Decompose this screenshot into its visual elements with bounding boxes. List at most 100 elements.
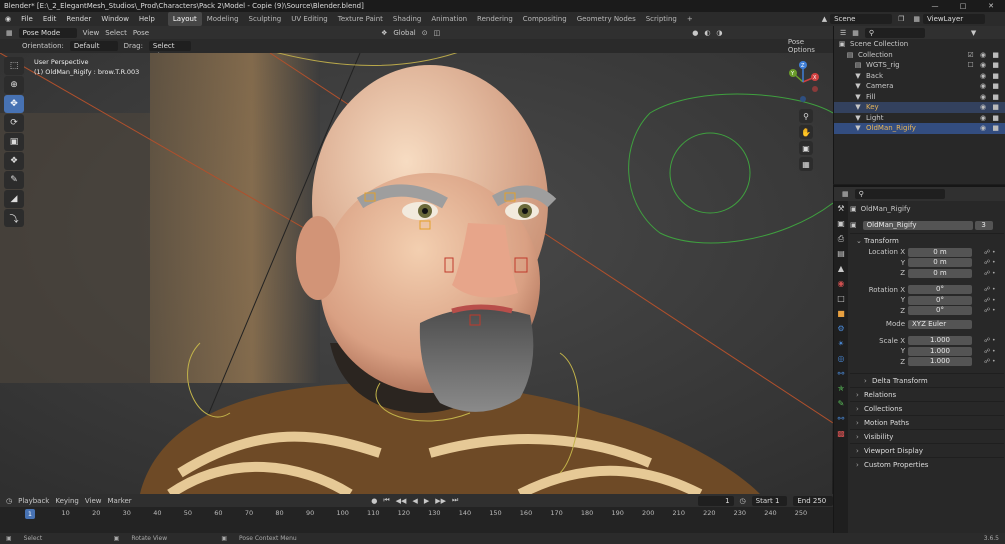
- 3d-viewport[interactable]: User Perspective (1) OldMan_Rigify : bro…: [0, 53, 833, 494]
- tab-shading[interactable]: Shading: [388, 12, 426, 26]
- menu-render[interactable]: Render: [61, 12, 96, 26]
- prev-keyframe-icon[interactable]: ◀◀: [396, 497, 407, 505]
- clock-icon[interactable]: ◷: [740, 497, 746, 505]
- scale-x-field[interactable]: 1.000: [908, 336, 972, 346]
- custom-properties-section[interactable]: › Custom Properties: [850, 457, 1004, 471]
- mode-dropdown[interactable]: Pose Mode: [18, 27, 77, 38]
- output-tab-icon[interactable]: ⎙: [834, 231, 848, 246]
- viewport-display-section[interactable]: › Viewport Display: [850, 443, 1004, 457]
- motion-paths-section[interactable]: › Motion Paths: [850, 415, 1004, 429]
- visibility-toggle-icon[interactable]: ☑ ◉ ■: [968, 50, 1001, 61]
- orientation-dropdown[interactable]: Default: [69, 41, 118, 51]
- zoom-view-icon[interactable]: ⚲: [799, 109, 813, 123]
- current-frame-field[interactable]: 1: [697, 495, 734, 506]
- lock-icon[interactable]: ☍ •: [984, 337, 996, 344]
- blender-logo-icon[interactable]: ◉: [0, 12, 16, 26]
- tab-modeling[interactable]: Modeling: [202, 12, 244, 26]
- shading-solid-icon[interactable]: ●: [692, 29, 698, 37]
- tab-sculpting[interactable]: Sculpting: [244, 12, 287, 26]
- outliner-row[interactable]: ▼ Fill ◉ ■: [834, 92, 1005, 103]
- camera-view-icon[interactable]: ▣: [799, 141, 813, 155]
- move-tool-icon[interactable]: ✥: [4, 95, 24, 113]
- properties-search-input[interactable]: ⚲: [854, 189, 945, 199]
- constraints-tab-icon[interactable]: ⚯: [834, 366, 848, 381]
- menu-file[interactable]: File: [16, 12, 38, 26]
- jump-end-icon[interactable]: ⏭: [452, 496, 458, 505]
- minimize-icon[interactable]: —: [921, 0, 949, 12]
- outliner-row[interactable]: ▼ OldMan_Rigify ◉ ■: [834, 123, 1005, 134]
- jump-start-icon[interactable]: ⏮: [383, 496, 389, 505]
- collection-tab-icon[interactable]: □: [834, 291, 848, 306]
- transform-tool-icon[interactable]: ❖: [4, 152, 24, 170]
- lock-icon[interactable]: ☍ •: [984, 249, 996, 256]
- ortho-toggle-icon[interactable]: ▦: [799, 157, 813, 171]
- pose-options-dropdown[interactable]: Pose Options: [788, 38, 833, 54]
- outliner-row[interactable]: ▼ Back ◉ ■: [834, 71, 1005, 82]
- collections-section[interactable]: › Collections: [850, 401, 1004, 415]
- tab-animation[interactable]: Animation: [426, 12, 472, 26]
- object-name[interactable]: OldMan_Rigify: [861, 205, 911, 213]
- select-box-tool-icon[interactable]: ⬚: [4, 57, 24, 75]
- rotate-tool-icon[interactable]: ⟳: [4, 114, 24, 132]
- play-icon[interactable]: ▶: [424, 497, 429, 505]
- filter-icon[interactable]: ▼: [971, 29, 976, 37]
- outliner-row[interactable]: ▣ Scene Collection: [834, 39, 1005, 50]
- transform-orientation-dropdown[interactable]: Global: [393, 29, 415, 37]
- visibility-toggle-icon[interactable]: ◉ ■: [980, 123, 1001, 134]
- visibility-toggle-icon[interactable]: ◉ ■: [980, 71, 1001, 82]
- outliner-row[interactable]: ▼ Key ◉ ■: [834, 102, 1005, 113]
- rotation-y-field[interactable]: 0°: [908, 295, 972, 305]
- data-tab-icon[interactable]: ✯: [834, 381, 848, 396]
- scale-z-field[interactable]: 1.000: [908, 357, 972, 367]
- lock-icon[interactable]: ☍ •: [984, 358, 996, 365]
- maximize-icon[interactable]: □: [949, 0, 977, 12]
- cursor-tool-icon[interactable]: ⊕: [4, 76, 24, 94]
- relations-section[interactable]: › Relations: [850, 387, 1004, 401]
- copy-scene-icon[interactable]: ❐: [892, 15, 910, 23]
- marker-menu[interactable]: Marker: [107, 497, 131, 505]
- pose-menu[interactable]: Pose: [133, 29, 149, 37]
- world-tab-icon[interactable]: ◉: [834, 276, 848, 291]
- end-frame-field[interactable]: End 250: [793, 495, 833, 506]
- lock-icon[interactable]: ☍ •: [984, 307, 996, 314]
- outliner-search-input[interactable]: ⚲: [864, 27, 925, 38]
- viewlayer-field[interactable]: ViewLayer: [923, 14, 985, 24]
- add-workspace-button[interactable]: +: [682, 12, 698, 26]
- transform-section[interactable]: ⌄ Transform: [850, 233, 1004, 247]
- measure-tool-icon[interactable]: ◢: [4, 190, 24, 208]
- tab-rendering[interactable]: Rendering: [472, 12, 518, 26]
- record-icon[interactable]: ●: [371, 497, 377, 505]
- object-tab-icon[interactable]: ■: [834, 306, 848, 321]
- pivot-icon[interactable]: ⊙: [422, 29, 428, 37]
- visibility-toggle-icon[interactable]: ◉ ■: [980, 81, 1001, 92]
- user-count[interactable]: 3: [974, 220, 993, 230]
- rotation-mode-dropdown[interactable]: XYZ Euler: [908, 319, 972, 329]
- display-mode-icon[interactable]: ▦: [852, 29, 859, 37]
- render-tab-icon[interactable]: ▣: [834, 216, 848, 231]
- play-reverse-icon[interactable]: ◀: [412, 497, 417, 505]
- particles-tab-icon[interactable]: ✴: [834, 336, 848, 351]
- visibility-section[interactable]: › Visibility: [850, 429, 1004, 443]
- object-datablock-field[interactable]: OldMan_Rigify: [862, 220, 973, 230]
- tool-tab-icon[interactable]: ⚒: [834, 201, 848, 216]
- view-layer-tab-icon[interactable]: ▤: [834, 246, 848, 261]
- select-menu[interactable]: Select: [105, 29, 127, 37]
- scale-y-field[interactable]: 1.000: [908, 346, 972, 356]
- timeline-view-menu[interactable]: View: [85, 497, 102, 505]
- tab-compositing[interactable]: Compositing: [518, 12, 572, 26]
- keying-menu[interactable]: Keying: [55, 497, 79, 505]
- start-frame-field[interactable]: Start 1: [751, 495, 788, 506]
- snap-icon[interactable]: ◫: [434, 29, 441, 37]
- shading-material-icon[interactable]: ◐: [704, 29, 710, 37]
- close-icon[interactable]: ✕: [977, 0, 1005, 12]
- bone-tab-icon[interactable]: ✎: [834, 396, 848, 411]
- properties-editor-icon[interactable]: ▦: [842, 190, 849, 198]
- outliner-row[interactable]: ▼ Camera ◉ ■: [834, 81, 1005, 92]
- playhead[interactable]: 1: [25, 509, 35, 519]
- location-z-field[interactable]: 0 m: [908, 268, 972, 278]
- lock-icon[interactable]: ☍ •: [984, 270, 996, 277]
- texture-tab-icon[interactable]: ▩: [834, 426, 848, 441]
- visibility-toggle-icon[interactable]: ◉ ■: [980, 113, 1001, 124]
- frame-ruler[interactable]: 1102030405060708090100110120130140150160…: [0, 507, 833, 521]
- lock-icon[interactable]: ☍ •: [984, 286, 996, 293]
